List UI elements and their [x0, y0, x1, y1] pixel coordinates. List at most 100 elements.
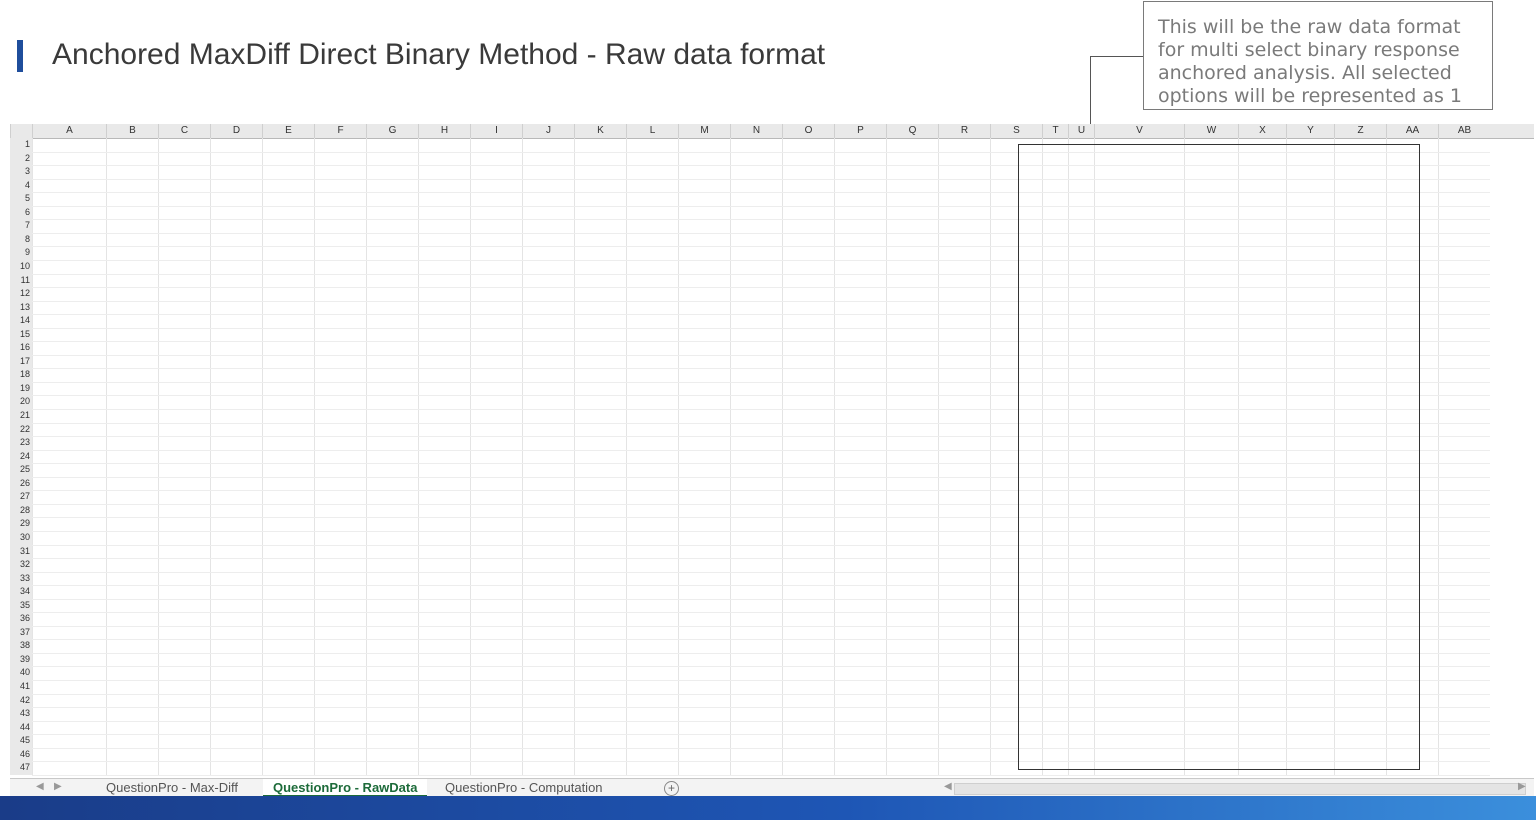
column-header-M[interactable]: M	[678, 124, 730, 138]
row-number[interactable]: 5	[10, 192, 30, 205]
row-number[interactable]: 16	[10, 341, 30, 354]
step-value-cell	[106, 206, 132, 219]
row-number[interactable]: 36	[10, 612, 30, 625]
column-header-Z[interactable]: Z	[1334, 124, 1386, 138]
scroll-left-icon[interactable]: ◀	[36, 781, 44, 792]
row-number[interactable]: 32	[10, 558, 30, 571]
tab-computation[interactable]: QuestionPro - Computation	[435, 779, 613, 797]
row-number[interactable]: 34	[10, 585, 30, 598]
row-number[interactable]: 7	[10, 219, 30, 232]
column-header-F[interactable]: F	[314, 124, 366, 138]
row-number[interactable]: 29	[10, 517, 30, 530]
row-number[interactable]: 2	[10, 152, 30, 165]
column-header-K[interactable]: K	[574, 124, 626, 138]
select-all-corner[interactable]	[10, 124, 32, 138]
column-header-G[interactable]: G	[366, 124, 418, 138]
column-header-A[interactable]: A	[32, 124, 106, 138]
row-number[interactable]: 46	[10, 748, 30, 761]
row-number[interactable]: 43	[10, 707, 30, 720]
spreadsheet-grid[interactable]: A B C D E F G H I J K L M N O P Q R S T U V W X Y Z AA AB 1 2 3 4 5 6 7 8 9 1…	[10, 124, 1534, 778]
column-header-Y[interactable]: Y	[1286, 124, 1334, 138]
row-number[interactable]: 41	[10, 680, 30, 693]
tab-max-diff[interactable]: QuestionPro - Max-Diff	[96, 779, 248, 797]
column-header-U[interactable]: U	[1068, 124, 1094, 138]
step-value-cell	[834, 545, 860, 558]
row-number[interactable]: 25	[10, 463, 30, 476]
row-number[interactable]: 3	[10, 165, 30, 178]
hscroll-left-icon[interactable]: ◀	[944, 781, 952, 792]
row-number[interactable]: 47	[10, 761, 30, 774]
row-number[interactable]: 28	[10, 504, 30, 517]
column-header-C[interactable]: C	[158, 124, 210, 138]
column-header-O[interactable]: O	[782, 124, 834, 138]
row-number[interactable]: 15	[10, 328, 30, 341]
row-number[interactable]: 21	[10, 409, 30, 422]
row-number[interactable]: 23	[10, 436, 30, 449]
step-value-cell	[782, 572, 808, 585]
row-number[interactable]: 44	[10, 721, 30, 734]
row-number[interactable]: 12	[10, 287, 30, 300]
row-number[interactable]: 40	[10, 666, 30, 679]
row-number[interactable]: 14	[10, 314, 30, 327]
anchor-value-cell	[1254, 233, 1274, 246]
row-number[interactable]: 39	[10, 653, 30, 666]
step-value-cell	[938, 748, 964, 761]
row-number[interactable]: 37	[10, 626, 30, 639]
column-header-X[interactable]: X	[1238, 124, 1286, 138]
row-number[interactable]: 19	[10, 382, 30, 395]
column-header-D[interactable]: D	[210, 124, 262, 138]
step-value-cell	[782, 450, 808, 463]
row-number[interactable]: 35	[10, 599, 30, 612]
column-header-I[interactable]: I	[470, 124, 522, 138]
column-header-H[interactable]: H	[418, 124, 470, 138]
column-header-W[interactable]: W	[1184, 124, 1238, 138]
scroll-right-icon[interactable]: ▶	[54, 781, 62, 792]
row-number[interactable]: 24	[10, 450, 30, 463]
column-header-AB[interactable]: AB	[1438, 124, 1490, 138]
row-number[interactable]: 18	[10, 368, 30, 381]
column-header-T[interactable]: T	[1042, 124, 1068, 138]
step-value-cell	[626, 626, 652, 639]
column-header-E[interactable]: E	[262, 124, 314, 138]
row-number[interactable]: 33	[10, 572, 30, 585]
anchor-value-cell	[1098, 341, 1118, 354]
row-number[interactable]: 10	[10, 260, 30, 273]
hscroll-right-icon[interactable]: ▶	[1518, 781, 1526, 792]
row-number[interactable]: 20	[10, 395, 30, 408]
add-sheet-icon[interactable]: +	[664, 781, 679, 796]
row-number[interactable]: 45	[10, 734, 30, 747]
column-header-P[interactable]: P	[834, 124, 886, 138]
column-header-L[interactable]: L	[626, 124, 678, 138]
row-number[interactable]: 38	[10, 639, 30, 652]
column-header-B[interactable]: B	[106, 124, 158, 138]
step-value-cell	[730, 395, 756, 408]
anchor-value-cell	[1098, 626, 1118, 639]
column-header-S[interactable]: S	[990, 124, 1042, 138]
row-number[interactable]: 27	[10, 490, 30, 503]
step-value-cell	[574, 287, 600, 300]
column-header-AA[interactable]: AA	[1386, 124, 1438, 138]
column-header-V[interactable]: V	[1094, 124, 1184, 138]
column-header-N[interactable]: N	[730, 124, 782, 138]
row-number[interactable]: 17	[10, 355, 30, 368]
column-header-R[interactable]: R	[938, 124, 990, 138]
column-header-Q[interactable]: Q	[886, 124, 938, 138]
column-header-J[interactable]: J	[522, 124, 574, 138]
row-number[interactable]: 4	[10, 179, 30, 192]
tab-rawdata[interactable]: QuestionPro - RawData	[263, 779, 428, 797]
row-number[interactable]: 13	[10, 301, 30, 314]
step-value-cell	[626, 274, 652, 287]
row-number[interactable]: 26	[10, 477, 30, 490]
row-number[interactable]: 9	[10, 246, 30, 259]
horizontal-scrollbar[interactable]	[954, 783, 1526, 795]
row-number[interactable]: 6	[10, 206, 30, 219]
row-number[interactable]: 22	[10, 423, 30, 436]
row-number[interactable]: 42	[10, 694, 30, 707]
step-value-cell	[626, 639, 652, 652]
row-number[interactable]: 30	[10, 531, 30, 544]
row-number[interactable]: 11	[10, 274, 30, 287]
row-number[interactable]: 8	[10, 233, 30, 246]
row-number[interactable]: 31	[10, 545, 30, 558]
row-number[interactable]: 1	[10, 138, 30, 151]
step-value-cell	[730, 436, 756, 449]
